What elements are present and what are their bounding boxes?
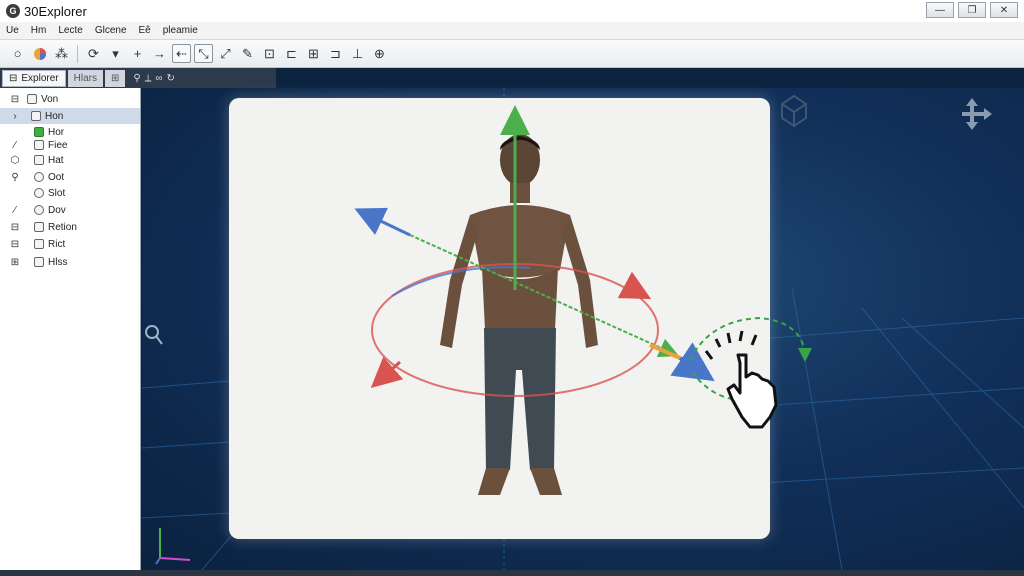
orange-handle[interactable]	[649, 343, 681, 360]
blue-handle[interactable]	[670, 342, 715, 382]
z-axis-arrow[interactable]	[354, 207, 411, 237]
red-handle[interactable]	[370, 356, 404, 388]
status-strip	[0, 570, 1024, 576]
human-model[interactable]	[440, 134, 598, 495]
scene-layer	[354, 105, 812, 495]
hand-cursor-icon	[704, 330, 778, 429]
